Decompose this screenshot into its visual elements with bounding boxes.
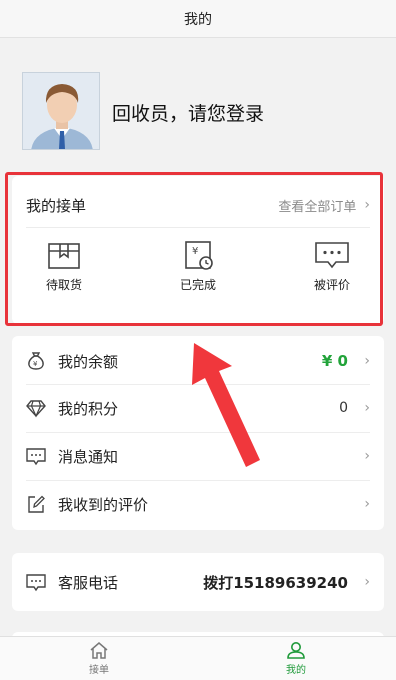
rated-icon [315, 242, 349, 269]
tab-mine[interactable]: 我的 [266, 641, 326, 679]
divider [26, 227, 370, 228]
menu-item-label: 我收到的评价 [58, 495, 149, 514]
balance-value: ¥ 0 [321, 352, 348, 370]
menu-item-points[interactable]: 我的积分 0 › [12, 385, 384, 431]
message-icon [26, 448, 46, 466]
rated-button[interactable]: 被评价 [292, 240, 372, 300]
user-icon [287, 642, 305, 659]
bottom-tab-bar: 接单 我的 [0, 636, 396, 680]
customer-service-row[interactable]: 客服电话 拨打15189639240 › [12, 559, 384, 605]
points-value: 0 [339, 400, 348, 416]
phone-value[interactable]: 拨打15189639240 [203, 572, 348, 593]
chevron-right-icon: › [364, 400, 370, 416]
view-all-orders-link[interactable]: 查看全部订单 › [278, 196, 370, 215]
view-all-label: 查看全部订单 [278, 199, 357, 215]
svg-text:¥: ¥ [33, 360, 38, 368]
menu-item-label: 消息通知 [58, 447, 119, 466]
home-icon [90, 642, 108, 659]
service-card: 客服电话 拨打15189639240 › [12, 553, 384, 611]
login-prompt[interactable]: 回收员，请您登录 [112, 99, 264, 126]
svg-text:¥: ¥ [192, 246, 198, 257]
diamond-icon [26, 400, 46, 418]
chevron-right-icon: › [364, 448, 370, 464]
chevron-right-icon: › [364, 574, 370, 590]
chevron-right-icon: › [364, 496, 370, 512]
pending-pickup-button[interactable]: 待取货 [24, 240, 104, 300]
menu-item-notifications[interactable]: 消息通知 › [12, 433, 384, 479]
service-label: 客服电话 [58, 573, 119, 592]
completed-icon: ¥ [185, 241, 213, 270]
tab-orders[interactable]: 接单 [69, 641, 129, 679]
page-title: 我的 [184, 11, 212, 28]
tab-label: 我的 [286, 665, 306, 676]
completed-button[interactable]: ¥ 已完成 [158, 240, 238, 300]
chevron-right-icon: › [364, 197, 370, 213]
menu-item-label: 我的积分 [58, 399, 119, 418]
menu-item-reviews[interactable]: 我收到的评价 › [12, 481, 384, 527]
avatar[interactable] [22, 72, 100, 150]
orders-header[interactable]: 我的接单 查看全部订单 › [26, 190, 370, 220]
orders-card: 我的接单 查看全部订单 › 待取货 ¥ 已完成 被评价 [12, 176, 384, 324]
chat-icon [26, 574, 46, 592]
rated-label: 被评价 [313, 278, 350, 292]
menu-item-label: 我的余额 [58, 352, 119, 371]
orders-title: 我的接单 [26, 196, 87, 215]
money-bag-icon: ¥ [28, 352, 44, 370]
menu-item-balance[interactable]: ¥ 我的余额 ¥ 0 › [12, 338, 384, 384]
tab-label: 接单 [89, 665, 109, 676]
pending-pickup-icon [48, 243, 80, 269]
profile-section[interactable]: 回收员，请您登录 [0, 72, 396, 152]
completed-label: 已完成 [179, 278, 216, 292]
edit-icon [28, 495, 45, 513]
chevron-right-icon: › [364, 353, 370, 369]
top-bar: 我的 [0, 0, 396, 38]
menu-card: ¥ 我的余额 ¥ 0 › 我的积分 0 › 消息通知 › 我收到的评价 › [12, 336, 384, 530]
pending-pickup-label: 待取货 [45, 278, 82, 292]
